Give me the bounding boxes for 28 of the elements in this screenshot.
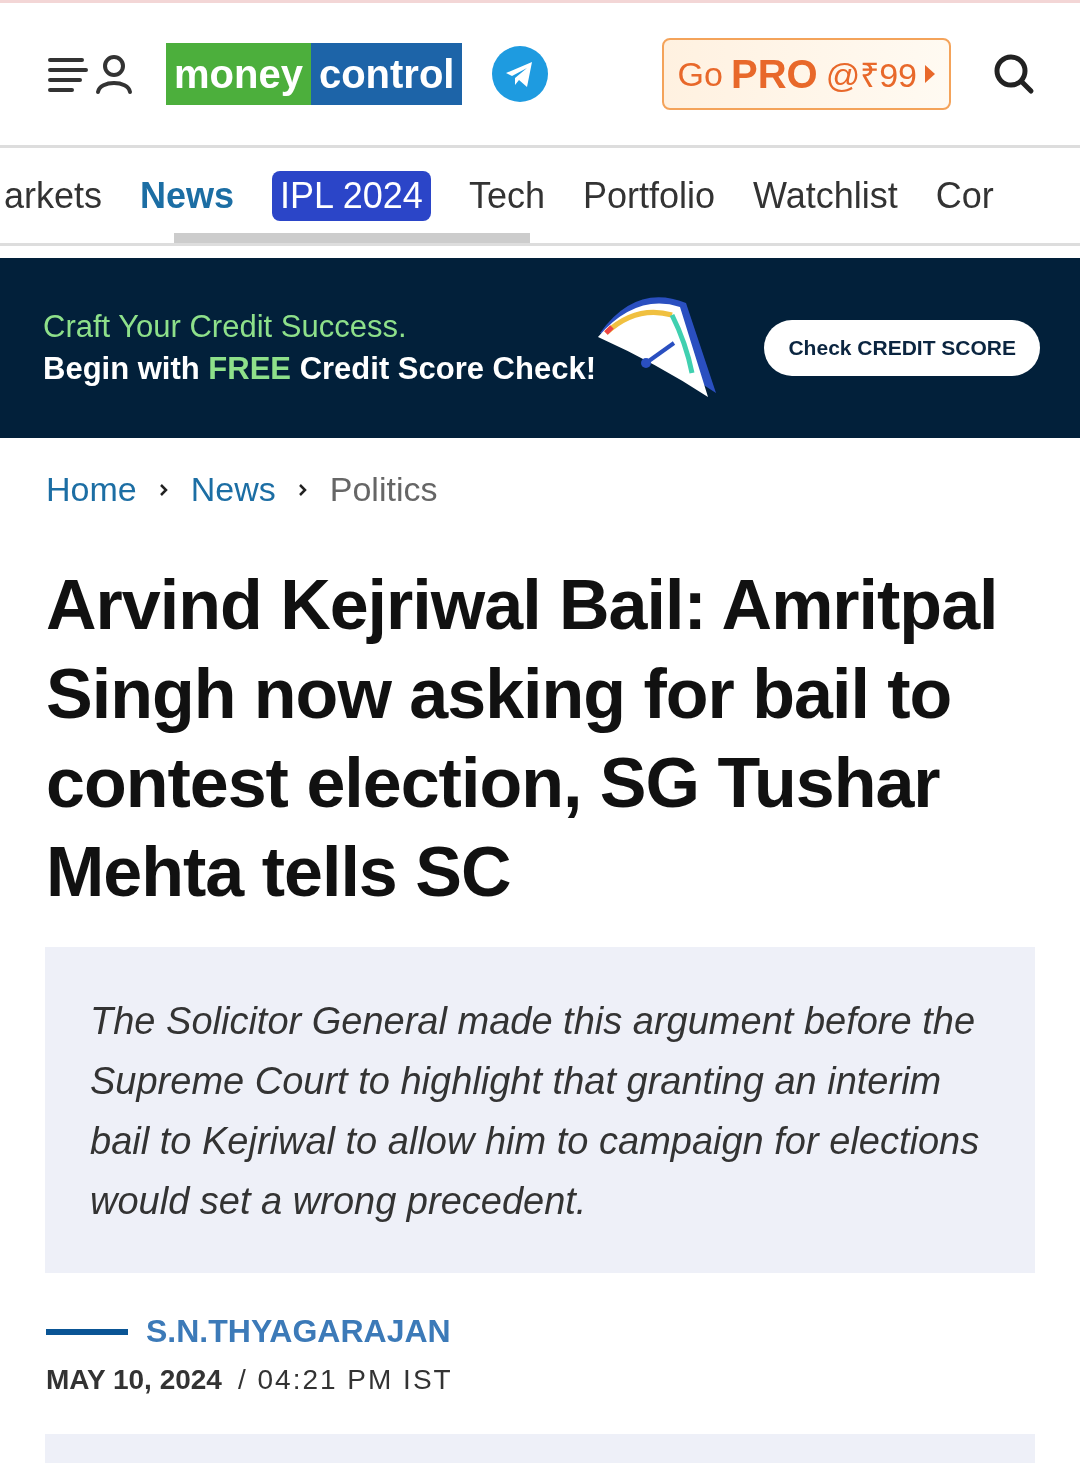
breadcrumb-link[interactable]: News — [190, 470, 276, 509]
author-link[interactable]: S.N.THYAGARAJAN — [146, 1313, 451, 1350]
check-credit-score-button[interactable]: Check CREDIT SCORE — [764, 320, 1040, 376]
paper-plane-icon — [492, 46, 549, 102]
publish-time: / 04:21 PM IST — [237, 1364, 453, 1396]
publish-date: MAY 10, 2024 — [46, 1364, 222, 1396]
nav-tab[interactable]: Portfolio — [582, 174, 715, 217]
search-icon — [993, 53, 1035, 95]
article-summary: The Solicitor General made this argument before the Supreme Court to highlight that granting an interim bail to Kejriwal to allow him to campaign for elections would set a wrong precedent. — [45, 947, 1035, 1273]
chevron-icon — [297, 482, 308, 497]
breadcrumb-link[interactable]: Home — [46, 470, 137, 509]
nav-tab[interactable]: Tech — [468, 174, 545, 217]
nav-tab[interactable]: IPL 2024 — [272, 170, 431, 221]
nav-tab[interactable]: News — [140, 174, 235, 217]
banner-headline: Craft Your Credit Success. — [43, 309, 408, 345]
banner-subline: Begin with FREE Credit Score Check! — [43, 351, 596, 387]
menu-button[interactable] — [46, 52, 134, 96]
nav-tab[interactable]: Watchlist — [753, 174, 898, 217]
caret-icon — [925, 65, 935, 83]
chevron-icon — [158, 482, 169, 497]
nav-tab[interactable]: Cor — [935, 174, 994, 217]
breadcrumb-link[interactable]: Politics — [329, 470, 438, 509]
menu-icon — [46, 52, 134, 96]
telegram-button[interactable] — [492, 46, 549, 102]
article-title: Arvind Kejriwal Bail: Amritpal Singh now asking for bail to contest election, SG Tushar Mehta tells SC — [46, 565, 999, 913]
ad-banner[interactable]: Craft Your Credit Success. Begin with FREE Credit Score Check! Check CREDIT SCORE — [0, 258, 1080, 438]
search-button[interactable] — [993, 53, 1035, 95]
nav-tab[interactable]: arkets — [4, 174, 103, 217]
